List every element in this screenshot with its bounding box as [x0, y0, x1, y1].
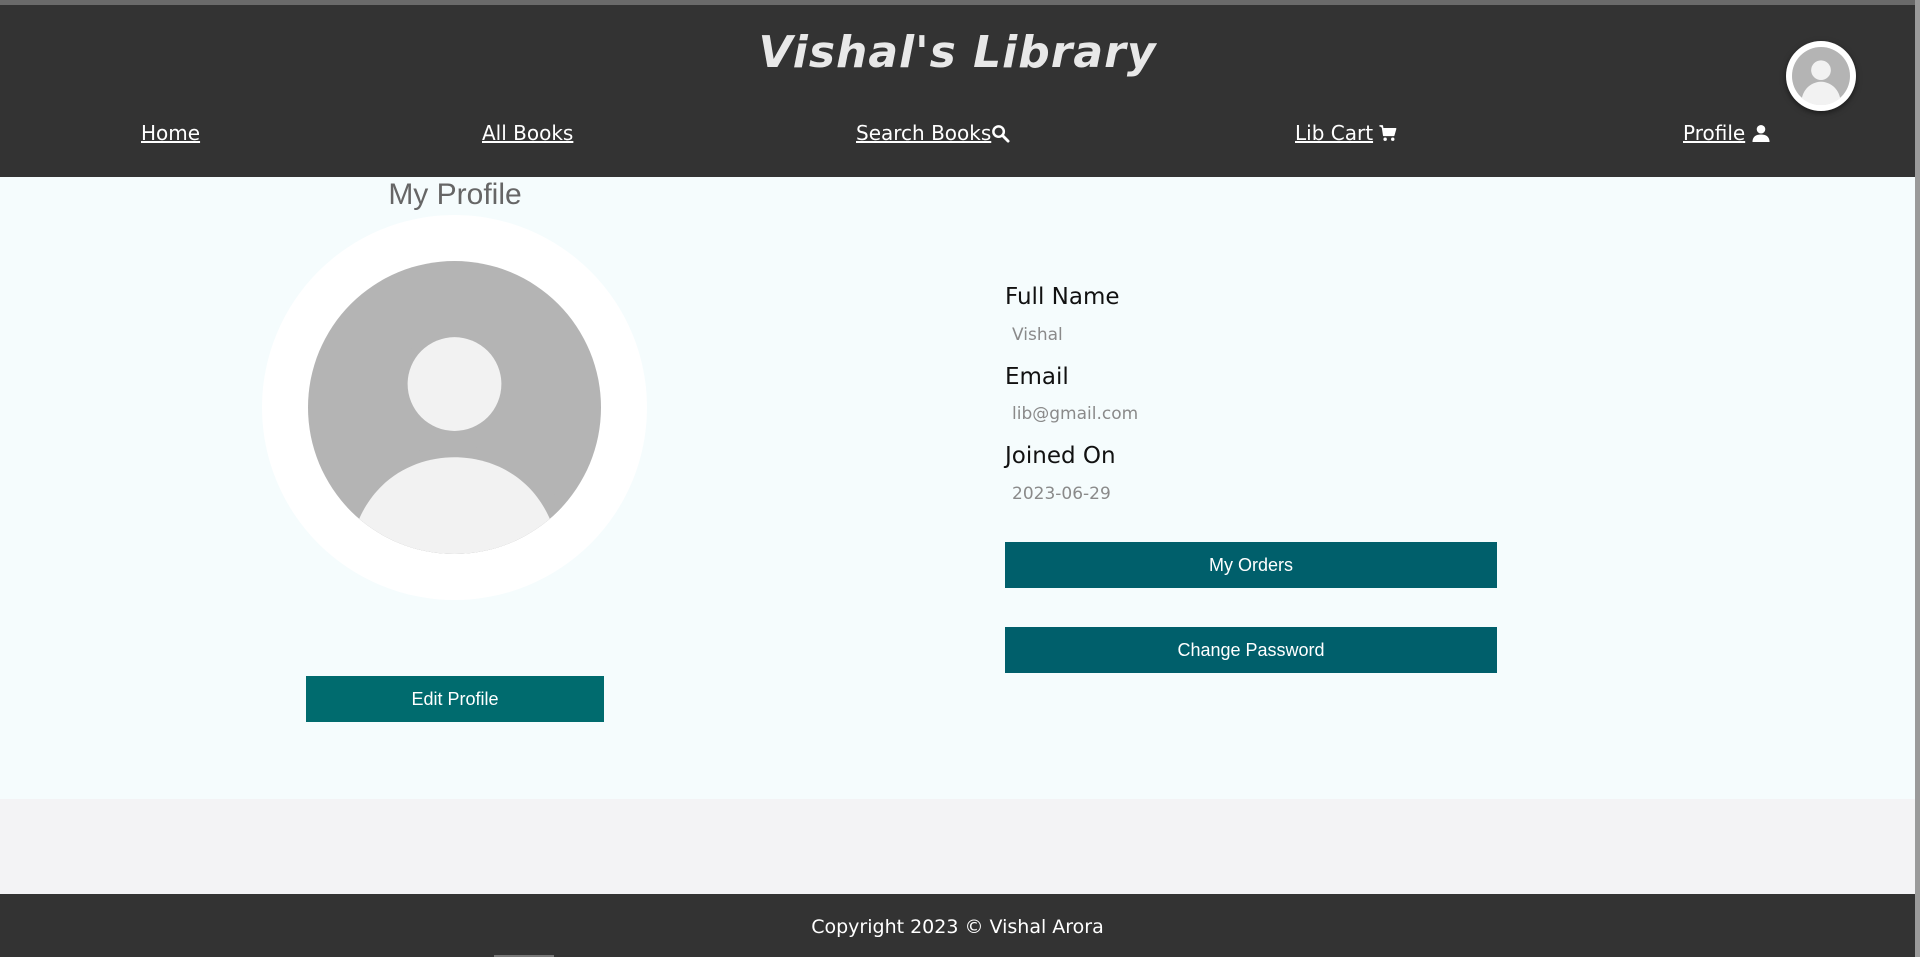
- nav-profile-link[interactable]: Profile: [1683, 121, 1771, 145]
- full-name-label: Full Name: [1005, 284, 1120, 310]
- main-navbar: Home All Books Search Books Lib Cart Pro…: [0, 100, 1915, 177]
- change-password-button[interactable]: Change Password: [1005, 627, 1497, 673]
- joined-on-label: Joined On: [1005, 443, 1116, 469]
- edit-profile-button[interactable]: Edit Profile: [306, 676, 604, 722]
- avatar-placeholder-icon: [1792, 47, 1850, 105]
- nav-all-books-link[interactable]: All Books: [482, 121, 573, 145]
- email-value: lib@gmail.com: [1012, 404, 1139, 424]
- nav-lib-cart-label: Lib Cart: [1295, 121, 1374, 145]
- footer-copyright: Copyright 2023 © Vishal Arora: [811, 916, 1104, 938]
- header-avatar-button[interactable]: [1786, 41, 1856, 111]
- site-title: Vishal's Library: [758, 27, 1157, 78]
- site-header: Vishal's Library: [0, 5, 1915, 100]
- search-icon: [992, 124, 1010, 143]
- nav-profile-label: Profile: [1683, 121, 1746, 145]
- nav-all-books-label: All Books: [482, 121, 574, 145]
- page-title: My Profile: [388, 178, 522, 211]
- site-footer: Copyright 2023 © Vishal Arora: [0, 894, 1915, 957]
- my-orders-button[interactable]: My Orders: [1005, 542, 1497, 588]
- nav-search-books-link[interactable]: Search Books: [856, 121, 1010, 145]
- email-label: Email: [1005, 364, 1069, 390]
- vertical-scrollbar[interactable]: [1915, 0, 1920, 957]
- nav-search-books-label: Search Books: [856, 121, 992, 145]
- full-name-value: Vishal: [1012, 325, 1063, 345]
- user-icon: [1752, 124, 1770, 142]
- nav-home-link[interactable]: Home: [141, 121, 200, 145]
- nav-lib-cart-link[interactable]: Lib Cart: [1295, 121, 1398, 145]
- nav-home-label: Home: [141, 121, 201, 145]
- page: Vishal's Library Home All Books Search B…: [0, 0, 1920, 957]
- profile-avatar-icon: [308, 261, 601, 554]
- cart-icon: [1379, 124, 1397, 141]
- joined-on-value: 2023-06-29: [1012, 484, 1111, 504]
